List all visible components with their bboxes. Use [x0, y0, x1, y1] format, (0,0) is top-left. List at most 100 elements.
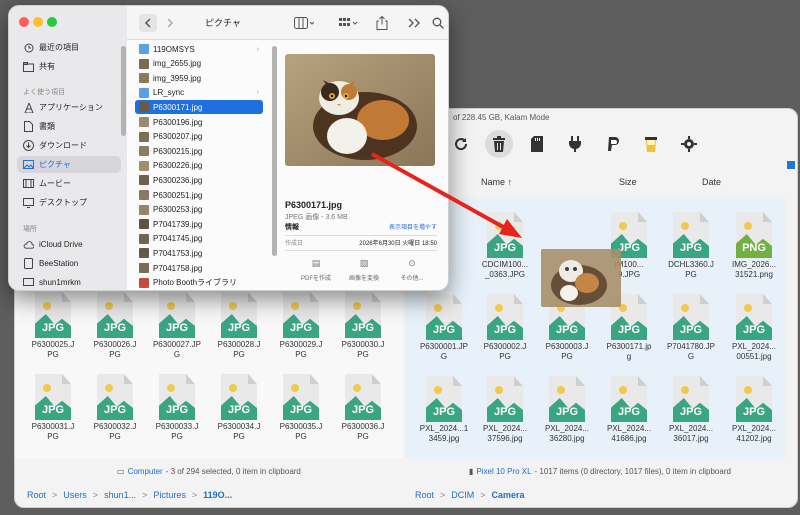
show-more-link[interactable]: 表示項目を増やす	[389, 222, 437, 231]
shared-folder-icon	[23, 61, 34, 72]
sidebar-item-beestation[interactable]: BeeStation	[17, 255, 121, 272]
sidebar-label: BeeStation	[39, 259, 79, 268]
crumb-camera[interactable]: Camera	[492, 490, 525, 500]
file-item[interactable]: JPG DCHL3360.J PG	[660, 212, 722, 280]
file-row[interactable]: P6300215.jpg	[135, 144, 263, 158]
sidebar-item-pictures[interactable]: ピクチャ	[17, 156, 121, 173]
trash-icon[interactable]	[485, 130, 513, 158]
convert-image-button[interactable]: ▧ 画像を変換	[339, 258, 389, 282]
file-row[interactable]: P7041758.jpg	[135, 261, 263, 275]
crumb-separator: >	[142, 490, 148, 500]
file-item[interactable]: JPG P6300029.J PG	[270, 292, 332, 360]
sidebar-scrollbar[interactable]	[121, 46, 126, 136]
file-row[interactable]: Photo Boothライブラリ	[135, 276, 263, 290]
more-actions-button[interactable]: ⊙ その他...	[387, 258, 437, 282]
file-item[interactable]: JPG P7041780.JP G	[660, 294, 722, 362]
file-item[interactable]: JPG PXL_2024... 41686.jpg	[598, 376, 660, 444]
finder-sidebar: 最近の項目 共有 よく使う項目 アプリケーション 書類 ダウンロード ピクチャ …	[9, 6, 127, 290]
file-item[interactable]: JPG P6300034.J PG	[208, 374, 270, 442]
sidebar-item-downloads[interactable]: ダウンロード	[17, 137, 121, 154]
file-item[interactable]: JPG PXL_2024... 37596.jpg	[474, 376, 536, 444]
crumb-root[interactable]: Root	[415, 490, 434, 500]
crumb-root[interactable]: Root	[27, 490, 46, 500]
column-header-name[interactable]: Name ↑	[481, 177, 512, 187]
plug-icon[interactable]	[561, 130, 589, 158]
image-thumbnail-icon	[139, 175, 149, 186]
file-row[interactable]: P6300251.jpg	[135, 188, 263, 202]
jpg-file-icon: JPG	[673, 294, 709, 340]
more-chevron-icon[interactable]	[405, 14, 423, 32]
file-item[interactable]: JPG PXL_2024... 36017.jpg	[660, 376, 722, 444]
crumb-current[interactable]: 119O...	[203, 490, 232, 500]
file-item[interactable]: JPG P6300002.J PG	[474, 294, 536, 362]
file-item[interactable]: JPG CDCIM100... _0363.JPG	[474, 212, 536, 280]
file-row[interactable]: P6300171.jpg	[135, 100, 263, 115]
crumb-user[interactable]: shun1...	[104, 490, 136, 500]
file-item[interactable]: JPG P6300036.J PG	[332, 374, 394, 442]
file-item[interactable]: JPG P6300032.J PG	[84, 374, 146, 442]
file-row[interactable]: img_2655.jpg	[135, 57, 263, 71]
share-icon[interactable]	[373, 14, 391, 32]
gear-icon[interactable]	[675, 130, 703, 158]
file-item[interactable]: JPG P6300028.J PG	[208, 292, 270, 360]
file-name: img_3959.jpg	[153, 73, 202, 83]
folder-row[interactable]: LR_sync ›	[135, 86, 263, 100]
minimize-button[interactable]	[33, 17, 43, 27]
applications-icon	[23, 102, 34, 113]
column-header-date[interactable]: Date	[702, 177, 721, 187]
file-item[interactable]: JPG PXL_2024...1 3459.jpg	[413, 376, 475, 444]
forward-button[interactable]	[161, 14, 179, 32]
sidebar-item-applications[interactable]: アプリケーション	[17, 99, 121, 116]
sidebar-item-recents[interactable]: 最近の項目	[17, 39, 121, 56]
file-row[interactable]: P6300207.jpg	[135, 130, 263, 144]
sidebar-item-icloud[interactable]: iCloud Drive	[17, 236, 121, 253]
file-name: P6300236.jpg	[153, 175, 203, 185]
file-row[interactable]: P7041739.jpg	[135, 217, 263, 231]
file-item[interactable]: JPG P6300025.J PG	[22, 292, 84, 360]
sidebar-item-network[interactable]: shun1mrkm	[17, 274, 121, 290]
jpg-file-icon: JPG	[487, 294, 523, 340]
create-pdf-button[interactable]: ▤ PDFを作成	[291, 258, 341, 282]
file-row[interactable]: img_3959.jpg	[135, 71, 263, 85]
cup-icon[interactable]	[637, 130, 665, 158]
crumb-dcim[interactable]: DCIM	[451, 490, 474, 500]
file-row[interactable]: P6300253.jpg	[135, 203, 263, 217]
file-item[interactable]: JPG P6300026.J PG	[84, 292, 146, 360]
list-scrollbar[interactable]	[272, 46, 277, 256]
file-item[interactable]: JPG P6300033.J PG	[146, 374, 208, 442]
sidebar-item-desktop[interactable]: デスクトップ	[17, 194, 121, 211]
close-button[interactable]	[19, 17, 29, 27]
group-grid-icon[interactable]	[335, 14, 361, 32]
file-row[interactable]: P7041753.jpg	[135, 246, 263, 260]
left-status-location[interactable]: Computer	[128, 467, 163, 476]
file-item[interactable]: JPG PXL_2024... 00551.jpg	[723, 294, 785, 362]
file-item[interactable]: JPG P6300031.J PG	[22, 374, 84, 442]
crumb-users[interactable]: Users	[63, 490, 87, 500]
view-columns-icon[interactable]	[291, 14, 317, 32]
file-item[interactable]: JPG PXL_2024... 36280.jpg	[536, 376, 598, 444]
file-item[interactable]: JPG P6300001.JP G	[413, 294, 475, 362]
jpg-file-icon: JPG	[345, 292, 381, 338]
right-status-location[interactable]: Pixel 10 Pro XL	[476, 467, 531, 476]
file-row[interactable]: P6300226.jpg	[135, 159, 263, 173]
refresh-icon[interactable]	[447, 130, 475, 158]
file-row[interactable]: P7041745.jpg	[135, 232, 263, 246]
file-row[interactable]: P6300236.jpg	[135, 173, 263, 187]
folder-row[interactable]: 119OMSYS ›	[135, 42, 263, 56]
file-item[interactable]: JPG P6300027.JP G	[146, 292, 208, 360]
sd-card-icon[interactable]	[523, 130, 551, 158]
back-button[interactable]	[139, 14, 157, 32]
search-icon[interactable]	[429, 14, 447, 32]
crumb-pictures[interactable]: Pictures	[153, 490, 186, 500]
sidebar-item-documents[interactable]: 書類	[17, 118, 121, 135]
sidebar-item-shared[interactable]: 共有	[17, 58, 121, 75]
zoom-button[interactable]	[47, 17, 57, 27]
file-item[interactable]: PNG IMG_2026... 31521.png	[723, 212, 785, 280]
file-item[interactable]: JPG P6300035.J PG	[270, 374, 332, 442]
file-item[interactable]: JPG PXL_2024... 41202.jpg	[723, 376, 785, 444]
paypal-icon[interactable]	[599, 130, 627, 158]
file-row[interactable]: P6300196.jpg	[135, 115, 263, 129]
file-item[interactable]: JPG P6300030.J PG	[332, 292, 394, 360]
sidebar-item-movies[interactable]: ムービー	[17, 175, 121, 192]
column-header-size[interactable]: Size	[619, 177, 637, 187]
